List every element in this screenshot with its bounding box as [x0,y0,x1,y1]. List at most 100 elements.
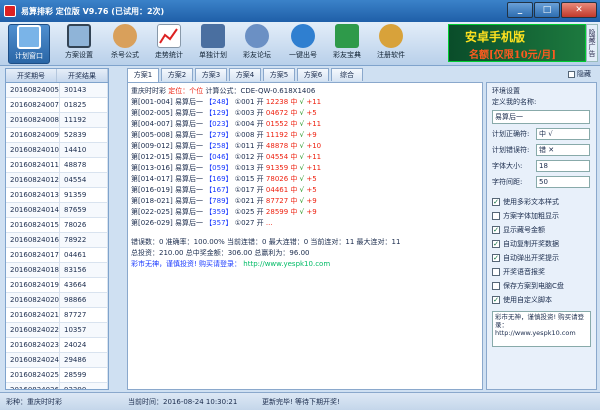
hit-label: 中 [290,208,298,216]
forum-button[interactable]: 彩友论坛 [236,24,278,64]
profit: +9 [306,197,317,205]
plan-header: 重庆时时彩 定位：个位 计算公式：CDE-QW-0.618X1406 [131,86,479,97]
table-row[interactable]: 20160824023 24024 [6,338,108,353]
option-checkbox[interactable]: ✓ 使用自定义脚本 [492,293,591,306]
issue-tag: ①017 [234,186,255,194]
draw-result: 11192 [265,131,289,139]
tool-label: 走势统计 [155,51,183,59]
table-row[interactable]: 20160824007 01825 [6,98,108,113]
option-checkbox[interactable]: ✓ 使用多彩文本样式 [492,195,591,208]
close-button[interactable]: ✕ [561,2,597,18]
table-row[interactable]: 20160824017 04461 [6,248,108,263]
ad-banner[interactable]: 安卓手机版 名额[仅限10元/月] [448,24,586,62]
trend-stats-button[interactable]: 走势统计 [148,24,190,64]
issue-number-cell: 20160824016 [6,233,60,247]
hit-label: 中 [290,142,298,150]
setting-label: 计划正确符: [492,130,530,138]
issue-tag: ①001 [234,98,255,106]
issue-number-cell: 20160824019 [6,278,60,292]
formula-label: 计算公式：CDE-QW-0.618X1406 [205,87,316,95]
option-checkbox[interactable]: ✓ 自动复制开奖数据 [492,237,591,250]
table-row[interactable]: 20160824018 83156 [6,263,108,278]
draw-result: 87727 [265,197,289,205]
table-row[interactable]: 20160824009 52839 [6,128,108,143]
hide-checkbox[interactable]: 隐藏 [568,69,591,79]
option-checkbox[interactable]: ✓ 自动弹出开奖提示 [492,251,591,264]
predicted-digits: 【046】 [205,153,233,161]
table-row[interactable]: 20160824025 28599 [6,368,108,383]
hit-label: 中 [290,164,298,172]
result-cell: 04461 [60,248,108,262]
issue-number-cell: 20160824010 [6,143,60,157]
table-row[interactable]: 20160824015 78026 [6,218,108,233]
hit-label: 中 [290,98,298,106]
issue-number-cell: 20160824023 [6,338,60,352]
table-row[interactable]: 20160824010 14410 [6,143,108,158]
tab-summary[interactable]: 综合 [331,68,363,81]
hit-label: 中 [290,175,298,183]
result-cell: 78922 [60,233,108,247]
tab-scheme-4[interactable]: 方案4 [229,68,261,81]
status-bar: 彩种：重庆时时彩 当前时间：2016-08-24 10:30:21 更新完毕! … [0,392,600,410]
one-key-button[interactable]: 一键出号 [282,24,324,64]
tab-scheme-3[interactable]: 方案3 [195,68,227,81]
lottery-name: 重庆时时彩 [131,87,166,95]
correct-symbol-input[interactable]: 中 √ [536,128,590,140]
tab-scheme-6[interactable]: 方案6 [297,68,329,81]
table-row[interactable]: 20160824008 11192 [6,113,108,128]
char-spacing-input[interactable]: 50 [536,176,590,188]
name-input[interactable]: 易算后一 [492,110,590,124]
table-row[interactable]: 20160824021 87727 [6,308,108,323]
scheme-settings-button[interactable]: 方案设置 [58,24,100,64]
draw-result: 48878 [265,142,289,150]
tab-scheme-5[interactable]: 方案5 [263,68,295,81]
table-row[interactable]: 20160824014 87659 [6,203,108,218]
table-row[interactable]: 20160824019 43664 [6,278,108,293]
column-header[interactable]: 开奖期号 [6,69,57,82]
table-row[interactable]: 20160824026 92390 [6,383,108,389]
people-icon [113,24,137,48]
tab-scheme-2[interactable]: 方案2 [161,68,193,81]
plan-name: 易算后一 [174,131,203,139]
wrong-symbol-input[interactable]: 错 ✕ [536,144,590,156]
table-row[interactable]: 20160824022 10357 [6,323,108,338]
accuracy-stats: 错误数：0 准确率：100.00% 当前连错：0 最大连错：0 当前连对：11 … [131,238,401,246]
table-row[interactable]: 20160824012 04554 [6,173,108,188]
table-row[interactable]: 20160824011 48878 [6,158,108,173]
table-row[interactable]: 20160824016 78922 [6,233,108,248]
globe-icon [291,24,315,48]
table-row[interactable]: 20160824024 29486 [6,353,108,368]
checkbox-icon: ✓ [492,225,500,234]
font-size-input[interactable]: 18 [536,160,590,172]
table-row[interactable]: 20160824020 98866 [6,293,108,308]
issue-number-cell: 20160824026 [6,383,60,389]
plan-name: 易算后一 [174,186,203,194]
guide-book-button[interactable]: 彩友宝典 [326,24,368,64]
hide-ad-button[interactable]: 隐藏广告 [586,24,598,62]
period-range: 第[012-015] [131,153,173,161]
table-row[interactable]: 20160824013 91359 [6,188,108,203]
tab-scheme-1[interactable]: 方案1 [127,68,159,82]
checkbox-label: 保存方案到电脑C盘 [503,281,564,290]
plan-name: 易算后一 [174,164,203,172]
plan-window-button[interactable]: 计划窗口 [8,24,50,64]
option-checkbox[interactable]: 方案字体加粗显示 [492,209,591,222]
table-row[interactable]: 20160824005 30143 [6,83,108,98]
kill-formula-button[interactable]: 杀号公式 [104,24,146,64]
issue-tag: ①011 [234,142,255,150]
result-cell: 28599 [60,368,108,382]
column-header[interactable]: 开奖结果 [57,69,108,82]
website-link[interactable]: http://www.yespk10.com [243,260,330,268]
notes-textarea[interactable]: 彩市无神，谨慎投资! 购买请登录：http://www.yespk10.com [492,311,591,347]
check-mark: √ [299,142,305,150]
draw-result: ... [265,219,273,227]
period-range: 第[016-019] [131,186,173,194]
draw-result: 04672 [265,109,289,117]
option-checkbox[interactable]: 开奖语音报奖 [492,265,591,278]
single-plan-button[interactable]: 单独计划 [192,24,234,64]
maximize-button[interactable]: □ [534,2,560,18]
register-button[interactable]: 注册软件 [370,24,412,64]
minimize-button[interactable]: _ [507,2,533,18]
option-checkbox[interactable]: 保存方案到电脑C盘 [492,279,591,292]
option-checkbox[interactable]: ✓ 显示藏号金额 [492,223,591,236]
